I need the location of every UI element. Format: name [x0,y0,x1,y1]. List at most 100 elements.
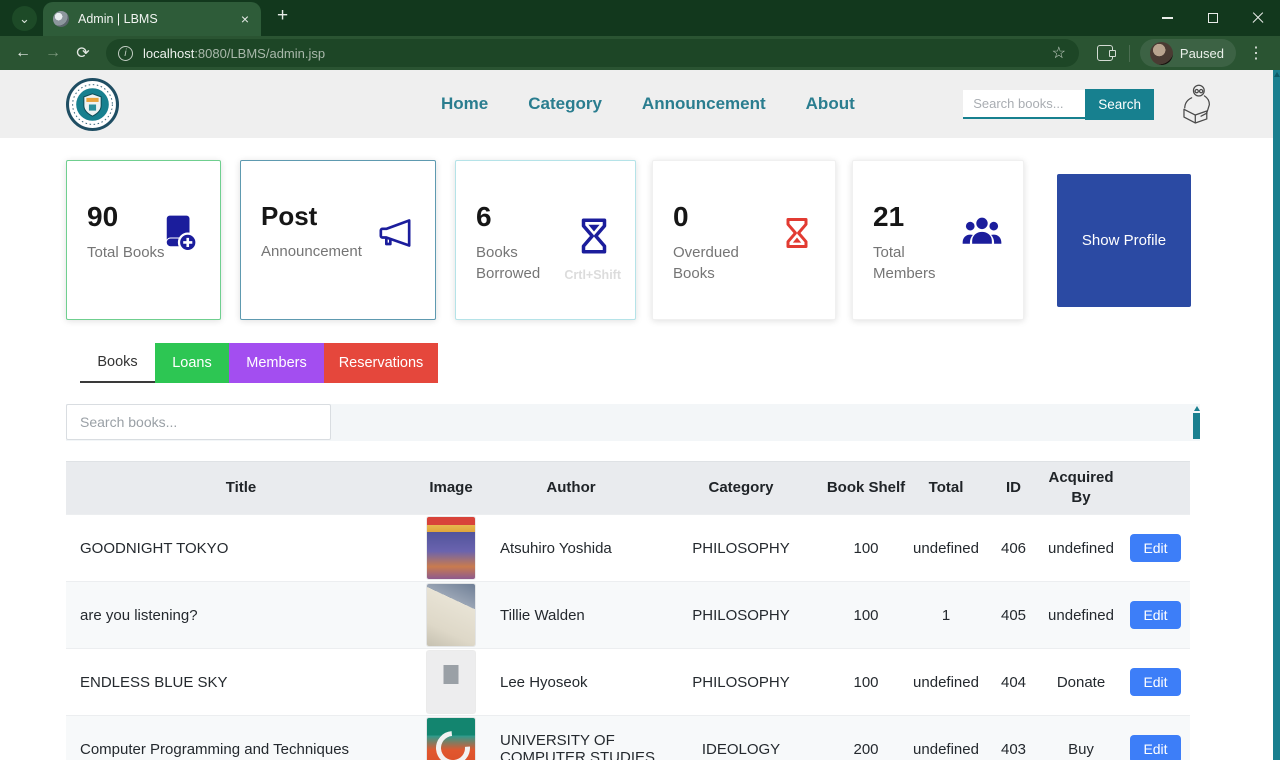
col-category: Category [656,462,826,515]
card-total-members[interactable]: 21 Total Members [852,160,1024,320]
new-tab-button[interactable]: + [277,5,288,27]
browser-toolbar: ← → ⟳ i localhost:8080/LBMS/admin.jsp ☆ … [0,36,1280,70]
book-cover-image [427,718,475,760]
cell-title: ENDLESS BLUE SKY [66,649,416,716]
university-logo[interactable] [66,78,119,131]
minimize-button[interactable] [1145,0,1190,36]
edit-button[interactable]: Edit [1130,735,1180,760]
cell-id: 406 [986,515,1041,582]
extensions-icon[interactable] [1097,45,1113,61]
table-row: GOODNIGHT TOKYO Atsuhiro Yoshida PHILOSO… [66,515,1190,582]
book-cover-image [427,651,475,713]
scroll-thumb[interactable] [1193,413,1200,439]
main-nav: Home Category Announcement About [441,94,855,114]
tab-books[interactable]: Books [80,343,155,383]
cell-category: IDEOLOGY [656,716,826,760]
browser-tab[interactable]: Admin | LBMS × [43,2,261,36]
cell-title: Computer Programming and Techniques [66,716,416,760]
cell-total: undefined [906,716,986,760]
cell-category: PHILOSOPHY [656,649,826,716]
edit-button[interactable]: Edit [1130,534,1180,562]
card-total-books[interactable]: 90 Total Books [66,160,221,320]
browser-menu-icon[interactable]: ⋮ [1240,43,1272,63]
col-book-shelf: Book Shelf [826,462,906,515]
view-tabs: Books Loans Members Reservations [80,343,1280,383]
table-scrollbar[interactable] [1193,406,1200,466]
col-author: Author [486,462,656,515]
tab-members[interactable]: Members [229,343,324,383]
bookmark-star-icon[interactable]: ☆ [1044,43,1074,63]
nav-announcement[interactable]: Announcement [642,94,766,114]
cell-total: 1 [906,582,986,649]
shortcut-hint: Crtl+Shift [564,268,621,282]
show-profile-button[interactable]: Show Profile [1057,174,1191,307]
cell-title: GOODNIGHT TOKYO [66,515,416,582]
chevron-down-icon: ⌄ [19,11,30,27]
book-table-body: GOODNIGHT TOKYO Atsuhiro Yoshida PHILOSO… [66,515,1190,760]
stat-cards: 90 Total Books Post Announcement 6 Books… [0,138,1280,320]
browser-tabstrip: ⌄ Admin | LBMS × + [0,0,1280,36]
card-books-borrowed[interactable]: 6 Books Borrowed Crtl+Shift [455,160,636,320]
cell-image [416,716,486,760]
scroll-up-icon[interactable] [1194,406,1200,411]
cell-actions: Edit [1121,515,1190,582]
cell-author: UNIVERSITY OF COMPUTER STUDIES [486,716,656,760]
table-header: Title Image Author Category Book Shelf T… [66,462,1190,515]
page-scrollbar[interactable] [1273,70,1280,760]
col-total: Total [906,462,986,515]
table-search-input[interactable] [66,404,331,440]
header-search-input[interactable] [963,90,1085,119]
window-controls [1145,0,1280,36]
tab-reservations[interactable]: Reservations [324,343,438,383]
url-text: localhost:8080/LBMS/admin.jsp [143,46,325,61]
edit-button[interactable]: Edit [1130,601,1180,629]
nav-about[interactable]: About [806,94,855,114]
cell-acquired-by: undefined [1041,582,1121,649]
url-bar[interactable]: i localhost:8080/LBMS/admin.jsp ☆ [106,39,1079,67]
card-post-announcement[interactable]: Post Announcement [240,160,436,320]
back-button[interactable]: ← [8,38,38,68]
cell-id: 404 [986,649,1041,716]
maximize-button[interactable] [1190,0,1235,36]
url-host: localhost [143,46,194,61]
close-window-button[interactable] [1235,0,1280,36]
page-scroll-up-icon[interactable] [1274,72,1280,77]
cell-category: PHILOSOPHY [656,515,826,582]
hourglass-icon [573,213,615,259]
cell-acquired-by: Donate [1041,649,1121,716]
cell-acquired-by: undefined [1041,515,1121,582]
reload-button[interactable]: ⟳ [68,38,98,68]
reading-person-illustration [1170,81,1220,127]
site-info-icon[interactable]: i [118,46,133,61]
cell-author: Atsuhiro Yoshida [486,515,656,582]
book-cover-image [427,517,475,579]
card-overdue-books[interactable]: 0 Overdued Books [652,160,836,320]
nav-home[interactable]: Home [441,94,488,114]
col-actions [1121,462,1190,515]
books-table: Title Image Author Category Book Shelf T… [66,461,1190,760]
books-borrowed-label: Books Borrowed [476,242,562,284]
col-acquired-by: Acquired By [1041,462,1121,515]
minimize-icon [1162,17,1173,18]
hourglass-red-icon [779,213,815,253]
tab-close-icon[interactable]: × [239,11,251,27]
profile-paused-button[interactable]: Paused [1140,39,1236,67]
screen: ⌄ Admin | LBMS × + ← → ⟳ i localhost:808… [0,0,1280,760]
header-search-button[interactable]: Search [1085,89,1154,120]
nav-category[interactable]: Category [528,94,602,114]
tab-search-button[interactable]: ⌄ [12,6,37,31]
tab-loans[interactable]: Loans [155,343,229,383]
megaphone-icon [375,213,415,253]
cell-author: Lee Hyoseok [486,649,656,716]
edit-button[interactable]: Edit [1130,668,1180,696]
forward-button[interactable]: → [38,38,68,68]
panel-toolbar [66,404,1200,441]
panel-gap [66,441,1200,461]
avatar [1150,42,1173,65]
cell-acquired-by: Buy [1041,716,1121,760]
maximize-icon [1208,13,1218,23]
table-row: Computer Programming and Techniques UNIV… [66,716,1190,760]
cell-category: PHILOSOPHY [656,582,826,649]
members-icon [961,213,1003,251]
cell-book-shelf: 200 [826,716,906,760]
